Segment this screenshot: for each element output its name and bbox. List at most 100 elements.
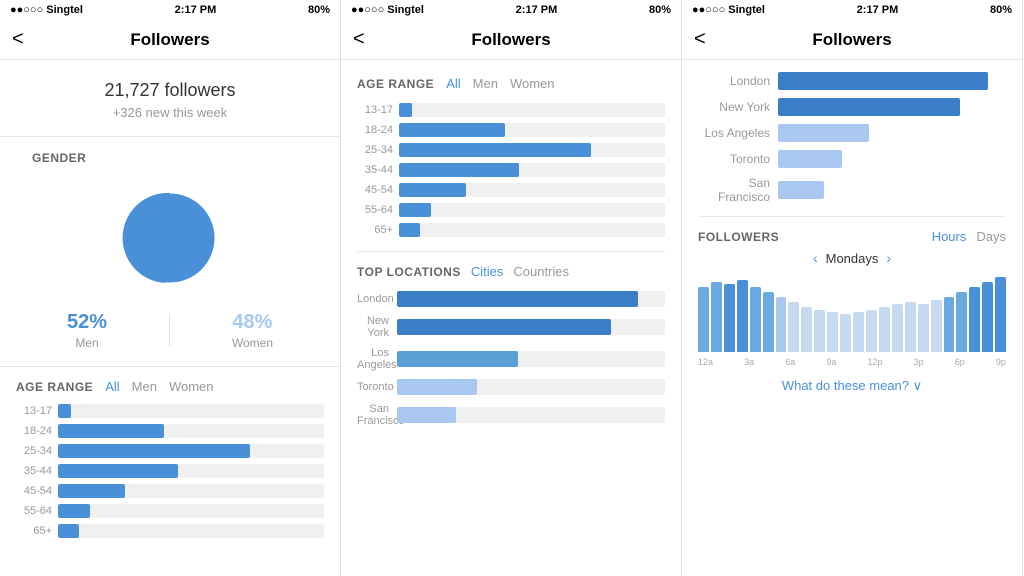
age-tab-women-1[interactable]: Women [169, 377, 214, 396]
panel-3: ●●○○○ Singtel 2:17 PM 80% < Followers Lo… [682, 0, 1023, 576]
location-bar-track [397, 379, 665, 395]
bar-fill [58, 504, 90, 518]
city-bar-track [778, 98, 1006, 116]
age-bar-row: 45-54 [16, 484, 324, 498]
nav-header-2: < Followers [341, 20, 681, 60]
back-button-1[interactable]: < [12, 28, 24, 51]
women-percent: 48% [232, 311, 272, 334]
age-tab-all-1[interactable]: All [105, 377, 119, 396]
city-label: Toronto [357, 381, 389, 393]
time-axis-label: 12a [698, 357, 713, 367]
city-name: Los Angeles [698, 126, 770, 140]
bar-track [58, 424, 324, 438]
time-axis-label: 9p [996, 357, 1006, 367]
what-link[interactable]: What do these mean? ∨ [698, 370, 1006, 402]
followers-summary: 21,727 followers +326 new this week [0, 60, 340, 137]
time-bar [905, 302, 916, 352]
back-button-2[interactable]: < [353, 28, 365, 51]
age-bar-row: 13-17 [16, 404, 324, 418]
day-prev[interactable]: ‹ [813, 250, 818, 266]
age-tab-men-2[interactable]: Men [473, 74, 498, 93]
followers-bar-graph [698, 274, 1006, 354]
countries-tab[interactable]: Countries [513, 264, 569, 279]
time-bar [879, 307, 890, 352]
gender-pie-chart [115, 183, 225, 293]
bar-track [399, 123, 665, 137]
age-bar-row: 35-44 [357, 163, 665, 177]
back-button-3[interactable]: < [694, 28, 706, 51]
city-bar-row: Los Angeles [698, 124, 1006, 142]
gender-men: 52% Men [67, 311, 107, 350]
bar-label: 25-34 [16, 445, 52, 457]
panel-1-content: 21,727 followers +326 new this week GEND… [0, 60, 340, 576]
time-axis-label: 3a [744, 357, 754, 367]
age-bar-row: 25-34 [357, 143, 665, 157]
time-tabs: Hours Days [932, 229, 1006, 244]
age-bar-row: 35-44 [16, 464, 324, 478]
age-bar-row: 25-34 [16, 444, 324, 458]
panel-2-content: AGE RANGE All Men Women 13-17 18-24 25-3… [341, 60, 681, 576]
carrier-2: ●●○○○ Singtel [351, 4, 424, 16]
location-bar-track [397, 291, 665, 307]
location-bar-track [397, 319, 665, 335]
age-tab-all-2[interactable]: All [446, 74, 460, 93]
bar-track [58, 464, 324, 478]
nav-title-2: Followers [471, 30, 550, 50]
bar-fill [399, 103, 412, 117]
age-bar-row: 45-54 [357, 183, 665, 197]
bar-track [58, 484, 324, 498]
followers-count: 21,727 followers [0, 80, 340, 101]
location-bar-row: Los Angeles [357, 347, 665, 371]
age-bar-row: 18-24 [357, 123, 665, 137]
carrier-1: ●●○○○ Singtel [10, 4, 83, 16]
time-axis-label: 6a [785, 357, 795, 367]
time-bar [956, 292, 967, 352]
bar-label: 45-54 [16, 485, 52, 497]
day-label: Mondays [826, 251, 879, 266]
bar-track [399, 223, 665, 237]
age-range-section-2: AGE RANGE All Men Women 13-17 18-24 25-3… [357, 60, 665, 252]
time-bar [724, 284, 735, 352]
time-3: 2:17 PM [857, 4, 899, 16]
gender-label: GENDER [16, 137, 324, 173]
hours-tab[interactable]: Hours [932, 229, 967, 244]
age-range-label-1: AGE RANGE [16, 380, 93, 394]
locations-header: TOP LOCATIONS Cities Countries [357, 264, 665, 279]
bar-track [399, 103, 665, 117]
followers-graph-label: FOLLOWERS [698, 230, 779, 244]
time-bar [892, 304, 903, 352]
days-tab[interactable]: Days [976, 229, 1006, 244]
top-locations-label: TOP LOCATIONS [357, 265, 461, 279]
city-bar-fill [778, 150, 842, 168]
city-label: Los Angeles [357, 347, 389, 371]
age-tab-women-2[interactable]: Women [510, 74, 555, 93]
cities-tab[interactable]: Cities [471, 264, 504, 279]
bar-label: 13-17 [16, 405, 52, 417]
bar-fill [58, 484, 125, 498]
nav-header-3: < Followers [682, 20, 1022, 60]
age-bar-chart-2: 13-17 18-24 25-34 35-44 45-54 55-64 65+ [357, 103, 665, 237]
followers-graph-section: FOLLOWERS Hours Days ‹ Mondays › 12a 3a 6a… [698, 217, 1006, 414]
time-bar [776, 297, 787, 352]
top-locations-section: TOP LOCATIONS Cities Countries London Ne… [357, 252, 665, 439]
followers-graph-header: FOLLOWERS Hours Days [698, 229, 1006, 244]
gender-women: 48% Women [232, 311, 273, 350]
city-bar-track [778, 181, 1006, 199]
day-next[interactable]: › [886, 250, 891, 266]
location-bar-track [397, 351, 665, 367]
panel-3-content: London New York Los Angeles Toronto San … [682, 60, 1022, 576]
time-bar [995, 277, 1006, 352]
time-2: 2:17 PM [516, 4, 558, 16]
age-tab-men-1[interactable]: Men [132, 377, 157, 396]
panel-2: ●●○○○ Singtel 2:17 PM 80% < Followers AG… [341, 0, 682, 576]
bar-track [58, 444, 324, 458]
day-nav: ‹ Mondays › [698, 250, 1006, 266]
gender-divider [169, 315, 170, 346]
city-bar-fill [778, 181, 824, 199]
location-bar-row: Toronto [357, 379, 665, 395]
time-bar [827, 312, 838, 352]
city-name: San Francisco [698, 176, 770, 204]
city-bar-track [778, 124, 1006, 142]
time-bar [711, 282, 722, 352]
bar-label: 35-44 [357, 164, 393, 176]
